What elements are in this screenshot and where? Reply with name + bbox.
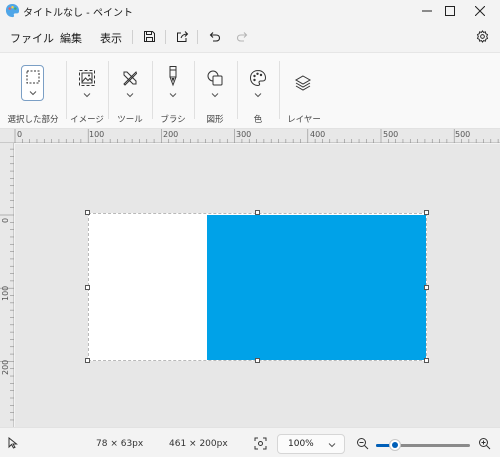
ruler-label: 300 [236,130,252,139]
zoom-dropdown[interactable]: 100% [277,434,345,454]
ribbon-divider [108,61,109,119]
ruler-label: 200 [1,359,10,375]
tool-label-tools: ツール [117,115,143,125]
menu-divider [132,30,133,44]
layers-icon [294,75,312,91]
brush-icon [169,66,177,87]
resize-handle-top[interactable] [255,210,260,215]
menu-edit[interactable]: 編集 [60,30,82,46]
palette-icon [249,69,267,87]
chevron-down-icon [328,443,336,448]
save-icon [143,30,155,42]
chevron-down-icon [29,91,37,96]
selection-size: 78 × 63px [96,439,144,449]
chevron-down-icon[interactable] [83,92,91,98]
ribbon-toolbar: 選択した部分 イメージ ツール ブラシ 図形 色 レイヤー [0,52,500,129]
menu-file[interactable]: ファイル [10,30,54,46]
close-icon [475,6,485,16]
share-icon [176,30,188,42]
resize-handle-bottom[interactable] [255,358,260,363]
menu-divider [197,30,198,44]
chevron-down-icon[interactable] [169,92,177,98]
tools-button[interactable] [120,68,140,88]
ruler-label: 0 [17,130,23,139]
undo-button[interactable] [205,27,223,45]
fit-to-window-icon[interactable] [254,437,267,450]
title-bar: タイトルなし - ペイント [0,0,500,22]
paint-window: タイトルなし - ペイント ファイル 編集 表示 選択した部分 イメージ ツール… [0,0,500,457]
vertical-ruler: 0 100 200 [0,143,14,427]
close-button[interactable] [457,0,500,22]
ruler-label: 500 [383,130,399,139]
image-icon [79,70,95,86]
ruler-label: 0 [1,217,10,223]
image-button[interactable] [77,68,97,88]
window-title: タイトルなし - ペイント [23,8,133,19]
ribbon-divider [194,61,195,119]
settings-icon [476,29,488,43]
zoom-slider-thumb[interactable] [388,439,401,451]
shapes-button[interactable] [205,68,225,88]
ruler-label: 200 [163,130,179,139]
share-button[interactable] [173,27,191,45]
redo-button[interactable] [233,27,251,45]
ribbon-divider [279,61,280,119]
zoom-out-icon[interactable] [356,437,369,450]
shapes-icon [207,70,223,86]
tool-label-color: 色 [253,115,263,125]
ruler-label: 400 [310,130,326,139]
chevron-down-icon[interactable] [126,92,134,98]
brush-button[interactable] [163,66,183,87]
tool-label-shapes: 図形 [206,115,224,125]
undo-icon [209,31,220,42]
tool-label-image: イメージ [70,115,104,125]
save-button[interactable] [140,27,158,45]
settings-button[interactable] [473,27,491,45]
tools-icon [123,71,138,86]
resize-handle-bottom-right[interactable] [424,358,429,363]
selection-button[interactable] [21,65,44,101]
menu-divider [165,30,166,44]
ribbon-divider [66,61,67,119]
ribbon-divider [237,61,238,119]
blue-rectangle-shape[interactable] [207,215,426,360]
horizontal-ruler: 0 100 200 300 400 500 500 [0,129,500,143]
resize-handle-left[interactable] [85,285,90,290]
canvas-size: 461 × 200px [169,439,228,449]
tool-label-brush: ブラシ [160,115,186,125]
zoom-value: 100% [288,439,314,449]
status-bar: 78 × 63px 461 × 200px 100% [0,427,500,457]
zoom-in-icon[interactable] [478,437,491,450]
resize-handle-bottom-left[interactable] [85,358,90,363]
paint-app-icon [5,3,20,18]
ruler-label: 500 [455,130,471,139]
ribbon-divider [152,61,153,119]
chevron-down-icon[interactable] [254,92,262,98]
resize-handle-top-right[interactable] [424,210,429,215]
maximize-icon [445,6,455,16]
tool-label-layers: レイヤー [287,115,321,125]
pointer-icon [8,437,18,449]
ruler-label: 100 [1,285,10,301]
resize-handle-right[interactable] [424,285,429,290]
menu-bar: ファイル 編集 表示 [0,22,500,50]
chevron-down-icon[interactable] [211,92,219,98]
tool-label-selection: 選択した部分 [7,115,59,125]
redo-icon [236,31,247,42]
color-button[interactable] [248,68,268,88]
ruler-label: 100 [89,130,105,139]
layers-button[interactable] [293,73,313,93]
selection-icon [26,70,40,84]
menu-view[interactable]: 表示 [100,30,122,46]
resize-handle-top-left[interactable] [85,210,90,215]
